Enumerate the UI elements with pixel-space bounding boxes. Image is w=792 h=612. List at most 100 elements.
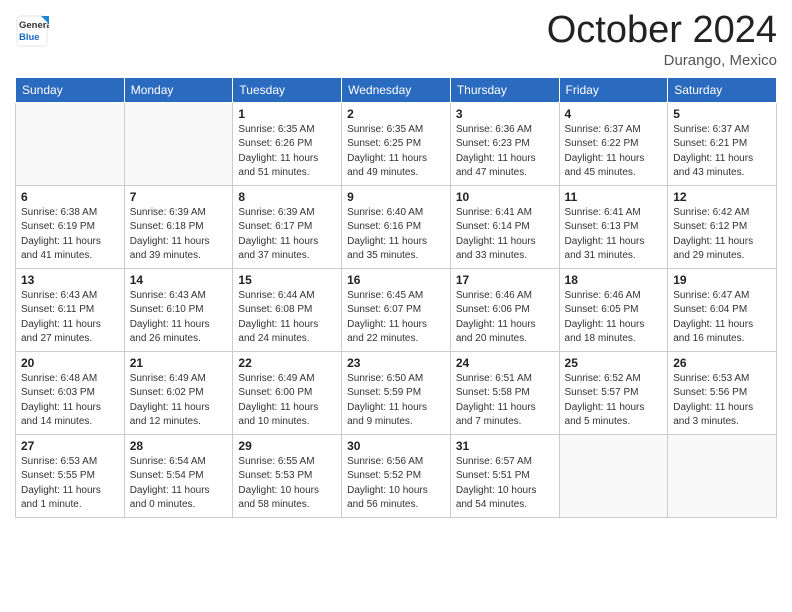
day-info: Sunrise: 6:43 AM Sunset: 6:11 PM Dayligh… [21,289,119,347]
day-info: Sunrise: 6:40 AM Sunset: 6:16 PM Dayligh… [347,206,445,264]
day-number: 31 [456,439,554,453]
calendar-cell-w2-d4: 10 Sunrise: 6:41 AM Sunset: 6:14 PM Dayli… [450,185,559,268]
calendar-cell-w4-d6: 26Sunrise: 6:53 AM Sunset: 5:56 PM Dayli… [668,351,777,434]
day-number: 13 [21,273,119,287]
day-number: 10 [456,190,554,204]
day-number: 4 [565,107,663,121]
calendar-cell-w5-d0: 27 Sunrise: 6:53 AM Sunset: 5:55 PM Dayli… [16,434,125,517]
logo-graphic: General Blue [15,14,49,48]
day-number: 23 [347,356,445,370]
day-info: Sunrise: 6:53 AM Sunset: 5:55 PM Dayligh… [21,455,119,513]
svg-text:Blue: Blue [19,32,40,43]
calendar-cell-w5-d2: 29 Sunrise: 6:55 AM Sunset: 5:53 PM Dayli… [233,434,342,517]
day-info: Sunrise: 6:45 AM Sunset: 6:07 PM Dayligh… [347,289,445,347]
day-number: 7 [130,190,228,204]
day-info: Sunrise: 6:37 AM Sunset: 6:21 PM Dayligh… [673,123,771,181]
day-number: 20 [21,356,119,370]
header-tuesday: Tuesday [233,77,342,102]
page-header: General Blue October 2024 Durango, Mexic… [15,10,777,69]
calendar-cell-w4-d3: 23 Sunrise: 6:50 AM Sunset: 5:59 PM Dayli… [342,351,451,434]
day-info: Sunrise: 6:38 AM Sunset: 6:19 PM Dayligh… [21,206,119,264]
day-number: 15 [238,273,336,287]
title-block: October 2024 Durango, Mexico [547,10,777,69]
day-info: Sunrise: 6:35 AM Sunset: 6:25 PM Dayligh… [347,123,445,181]
day-number: 16 [347,273,445,287]
day-number: 17 [456,273,554,287]
calendar-cell-w4-d2: 22Sunrise: 6:49 AM Sunset: 6:00 PM Dayli… [233,351,342,434]
week-row-5: 27 Sunrise: 6:53 AM Sunset: 5:55 PM Dayli… [16,434,777,517]
day-info: Sunrise: 6:57 AM Sunset: 5:51 PM Dayligh… [456,455,554,513]
calendar-cell-w4-d1: 21Sunrise: 6:49 AM Sunset: 6:02 PM Dayli… [124,351,233,434]
calendar-cell-w4-d4: 24Sunrise: 6:51 AM Sunset: 5:58 PM Dayli… [450,351,559,434]
svg-text:General: General [19,20,49,31]
day-number: 30 [347,439,445,453]
day-info: Sunrise: 6:51 AM Sunset: 5:58 PM Dayligh… [456,372,554,430]
day-info: Sunrise: 6:52 AM Sunset: 5:57 PM Dayligh… [565,372,663,430]
calendar-cell-w2-d1: 7Sunrise: 6:39 AM Sunset: 6:18 PM Daylig… [124,185,233,268]
day-info: Sunrise: 6:55 AM Sunset: 5:53 PM Dayligh… [238,455,336,513]
calendar-cell-w5-d1: 28 Sunrise: 6:54 AM Sunset: 5:54 PM Dayli… [124,434,233,517]
day-info: Sunrise: 6:42 AM Sunset: 6:12 PM Dayligh… [673,206,771,264]
calendar-cell-w1-d4: 3 Sunrise: 6:36 AM Sunset: 6:23 PM Daylig… [450,102,559,185]
logo: General Blue [15,14,49,48]
calendar-cell-w2-d5: 11 Sunrise: 6:41 AM Sunset: 6:13 PM Dayli… [559,185,668,268]
day-info: Sunrise: 6:41 AM Sunset: 6:13 PM Dayligh… [565,206,663,264]
day-number: 11 [565,190,663,204]
calendar-cell-w5-d5 [559,434,668,517]
calendar-cell-w3-d2: 15Sunrise: 6:44 AM Sunset: 6:08 PM Dayli… [233,268,342,351]
day-number: 27 [21,439,119,453]
day-number: 12 [673,190,771,204]
calendar-cell-w5-d3: 30 Sunrise: 6:56 AM Sunset: 5:52 PM Dayli… [342,434,451,517]
day-number: 25 [565,356,663,370]
calendar-cell-w2-d3: 9 Sunrise: 6:40 AM Sunset: 6:16 PM Daylig… [342,185,451,268]
day-number: 1 [238,107,336,121]
calendar-cell-w5-d4: 31 Sunrise: 6:57 AM Sunset: 5:51 PM Dayli… [450,434,559,517]
calendar-cell-w3-d1: 14Sunrise: 6:43 AM Sunset: 6:10 PM Dayli… [124,268,233,351]
day-number: 9 [347,190,445,204]
calendar-table: Sunday Monday Tuesday Wednesday Thursday… [15,77,777,518]
calendar-cell-w3-d3: 16 Sunrise: 6:45 AM Sunset: 6:07 PM Dayli… [342,268,451,351]
day-info: Sunrise: 6:49 AM Sunset: 6:02 PM Dayligh… [130,372,228,430]
day-number: 3 [456,107,554,121]
day-info: Sunrise: 6:43 AM Sunset: 6:10 PM Dayligh… [130,289,228,347]
calendar-cell-w2-d6: 12 Sunrise: 6:42 AM Sunset: 6:12 PM Dayli… [668,185,777,268]
calendar-cell-w1-d1 [124,102,233,185]
day-number: 6 [21,190,119,204]
header-sunday: Sunday [16,77,125,102]
day-info: Sunrise: 6:37 AM Sunset: 6:22 PM Dayligh… [565,123,663,181]
day-number: 26 [673,356,771,370]
calendar-cell-w1-d6: 5 Sunrise: 6:37 AM Sunset: 6:21 PM Daylig… [668,102,777,185]
header-friday: Friday [559,77,668,102]
calendar-cell-w4-d5: 25 Sunrise: 6:52 AM Sunset: 5:57 PM Dayli… [559,351,668,434]
day-info: Sunrise: 6:41 AM Sunset: 6:14 PM Dayligh… [456,206,554,264]
header-monday: Monday [124,77,233,102]
day-info: Sunrise: 6:46 AM Sunset: 6:05 PM Dayligh… [565,289,663,347]
day-number: 18 [565,273,663,287]
day-info: Sunrise: 6:48 AM Sunset: 6:03 PM Dayligh… [21,372,119,430]
week-row-2: 6 Sunrise: 6:38 AM Sunset: 6:19 PM Daylig… [16,185,777,268]
week-row-3: 13 Sunrise: 6:43 AM Sunset: 6:11 PM Dayli… [16,268,777,351]
day-info: Sunrise: 6:36 AM Sunset: 6:23 PM Dayligh… [456,123,554,181]
header-thursday: Thursday [450,77,559,102]
day-number: 29 [238,439,336,453]
day-number: 28 [130,439,228,453]
calendar-cell-w5-d6 [668,434,777,517]
day-info: Sunrise: 6:56 AM Sunset: 5:52 PM Dayligh… [347,455,445,513]
day-number: 5 [673,107,771,121]
month-title: October 2024 [547,10,777,52]
weekday-header-row: Sunday Monday Tuesday Wednesday Thursday… [16,77,777,102]
day-info: Sunrise: 6:39 AM Sunset: 6:17 PM Dayligh… [238,206,336,264]
day-info: Sunrise: 6:54 AM Sunset: 5:54 PM Dayligh… [130,455,228,513]
day-number: 2 [347,107,445,121]
week-row-4: 20 Sunrise: 6:48 AM Sunset: 6:03 PM Dayli… [16,351,777,434]
calendar-cell-w1-d5: 4 Sunrise: 6:37 AM Sunset: 6:22 PM Daylig… [559,102,668,185]
day-info: Sunrise: 6:46 AM Sunset: 6:06 PM Dayligh… [456,289,554,347]
location-subtitle: Durango, Mexico [547,52,777,69]
calendar-cell-w3-d4: 17 Sunrise: 6:46 AM Sunset: 6:06 PM Dayli… [450,268,559,351]
header-saturday: Saturday [668,77,777,102]
day-info: Sunrise: 6:50 AM Sunset: 5:59 PM Dayligh… [347,372,445,430]
calendar-cell-w3-d5: 18 Sunrise: 6:46 AM Sunset: 6:05 PM Dayli… [559,268,668,351]
calendar-cell-w3-d6: 19Sunrise: 6:47 AM Sunset: 6:04 PM Dayli… [668,268,777,351]
calendar-cell-w3-d0: 13 Sunrise: 6:43 AM Sunset: 6:11 PM Dayli… [16,268,125,351]
day-number: 8 [238,190,336,204]
